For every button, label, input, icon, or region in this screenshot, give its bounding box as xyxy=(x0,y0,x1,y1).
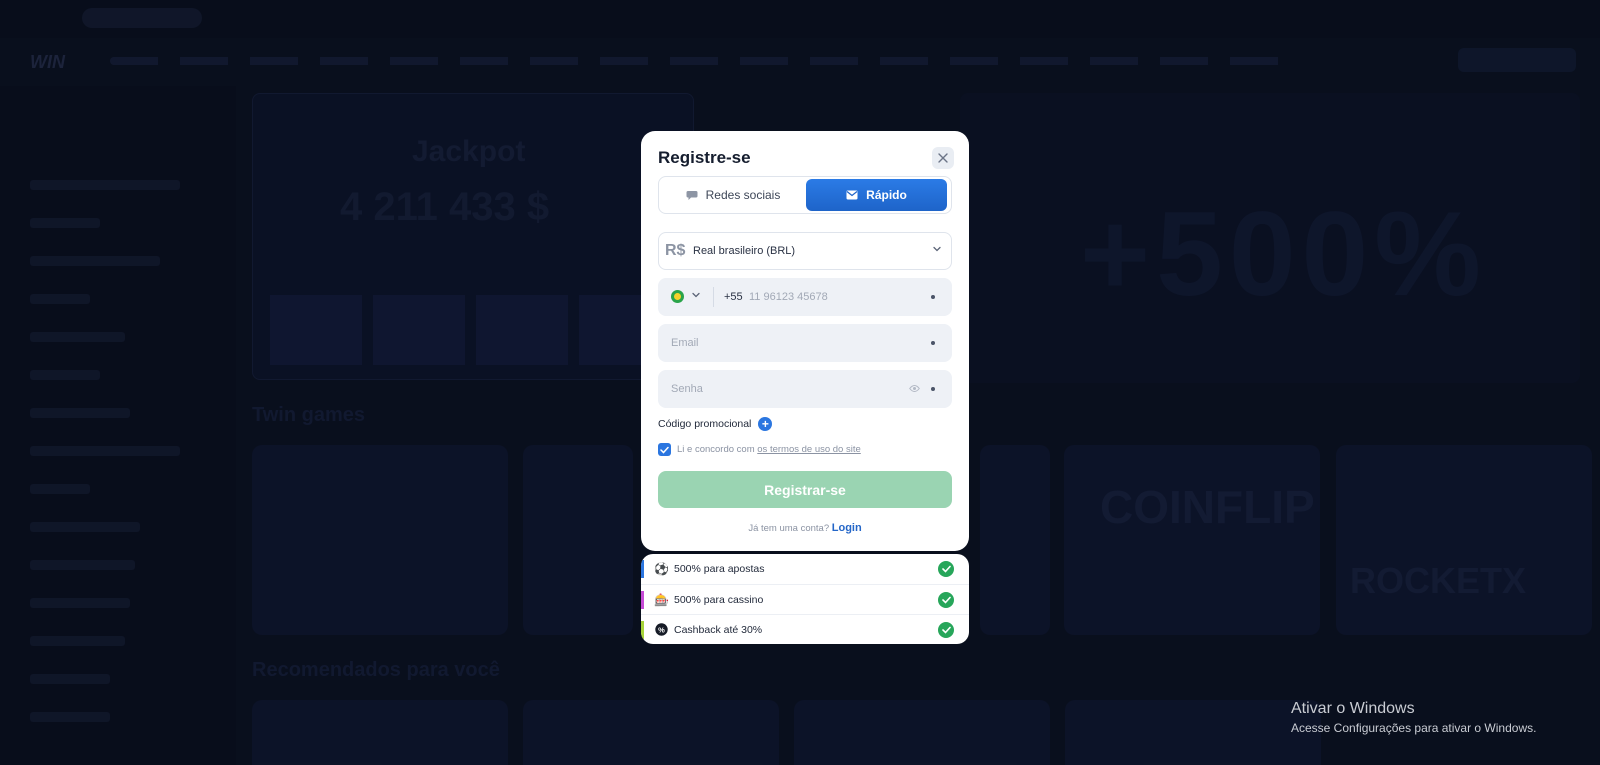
country-chevron-down-icon[interactable] xyxy=(691,290,701,300)
login-link[interactable]: Login xyxy=(832,522,862,534)
close-button[interactable] xyxy=(932,147,954,169)
bonus-item-casino: 🎰 500% para cassino xyxy=(641,584,969,614)
terms-text: Li e concordo com os termos de uso do si… xyxy=(677,444,861,455)
email-input[interactable] xyxy=(671,332,891,354)
modal-title: Registre-se xyxy=(658,148,751,167)
bonus-accent-bar xyxy=(641,560,644,578)
terms-checkbox[interactable] xyxy=(658,443,671,456)
required-indicator xyxy=(931,387,935,391)
required-indicator xyxy=(931,295,935,299)
chevron-down-icon xyxy=(933,246,941,252)
currency-symbol: R$ xyxy=(665,242,686,259)
bonus-list: ⚽ 500% para apostas 🎰 500% para cassino … xyxy=(641,554,969,644)
cashback-icon: % xyxy=(654,623,668,637)
tab-fast[interactable]: Rápido xyxy=(806,179,947,211)
currency-name: Real brasileiro (BRL) xyxy=(693,245,796,257)
tab-fast-label: Rápido xyxy=(866,188,907,202)
password-field xyxy=(658,370,952,408)
promo-code-label: Código promocional xyxy=(658,418,752,430)
terms-row: Li e concordo com os termos de uso do si… xyxy=(658,443,861,456)
brazil-flag-icon[interactable] xyxy=(671,290,684,303)
soccer-ball-icon: ⚽ xyxy=(654,562,669,576)
casino-icon: 🎰 xyxy=(654,593,669,607)
check-circle-icon xyxy=(938,592,954,608)
register-button[interactable]: Registrar-se xyxy=(658,471,952,508)
login-prompt-text: Já tem uma conta? xyxy=(748,523,832,534)
bonus-label: 500% para apostas xyxy=(674,563,765,575)
register-tabs: Redes sociais Rápido xyxy=(658,176,952,214)
check-circle-icon xyxy=(938,622,954,638)
bonus-label: Cashback até 30% xyxy=(674,624,763,636)
password-input[interactable] xyxy=(671,378,891,400)
phone-field: +55 xyxy=(658,278,952,316)
close-icon xyxy=(938,153,948,163)
phone-input[interactable] xyxy=(749,286,919,308)
bonus-label: 500% para cassino xyxy=(674,594,764,606)
tab-social-label: Redes sociais xyxy=(705,188,781,202)
login-prompt: Já tem uma conta? Login xyxy=(641,522,969,534)
promo-code-toggle[interactable]: Código promocional + xyxy=(658,417,773,431)
required-indicator xyxy=(931,341,935,345)
bonus-item-sports: ⚽ 500% para apostas xyxy=(641,554,969,584)
check-icon xyxy=(660,446,669,454)
windows-activation-title: Ativar o Windows xyxy=(1291,700,1415,717)
eye-icon[interactable] xyxy=(909,384,920,393)
tab-social-networks[interactable]: Redes sociais xyxy=(661,179,805,211)
chat-bubble-icon xyxy=(686,190,698,200)
windows-activation-subtitle: Acesse Configurações para ativar o Windo… xyxy=(1291,721,1537,735)
email-field xyxy=(658,324,952,362)
register-modal: Registre-se Redes sociais Rápido R$ Real… xyxy=(641,131,969,551)
plus-icon[interactable]: + xyxy=(758,417,773,431)
check-circle-icon xyxy=(938,561,954,577)
terms-prefix: Li e concordo com xyxy=(677,444,758,455)
phone-country-code: +55 xyxy=(724,291,743,303)
envelope-icon xyxy=(846,190,858,200)
currency-select[interactable]: R$ Real brasileiro (BRL) xyxy=(658,232,952,270)
phone-divider xyxy=(713,287,714,307)
bonus-accent-bar xyxy=(641,621,644,639)
svg-text:%: % xyxy=(658,625,665,634)
bonus-accent-bar xyxy=(641,591,644,609)
terms-link[interactable]: os termos de uso do site xyxy=(757,444,861,455)
bonus-item-cashback: % Cashback até 30% xyxy=(641,614,969,644)
